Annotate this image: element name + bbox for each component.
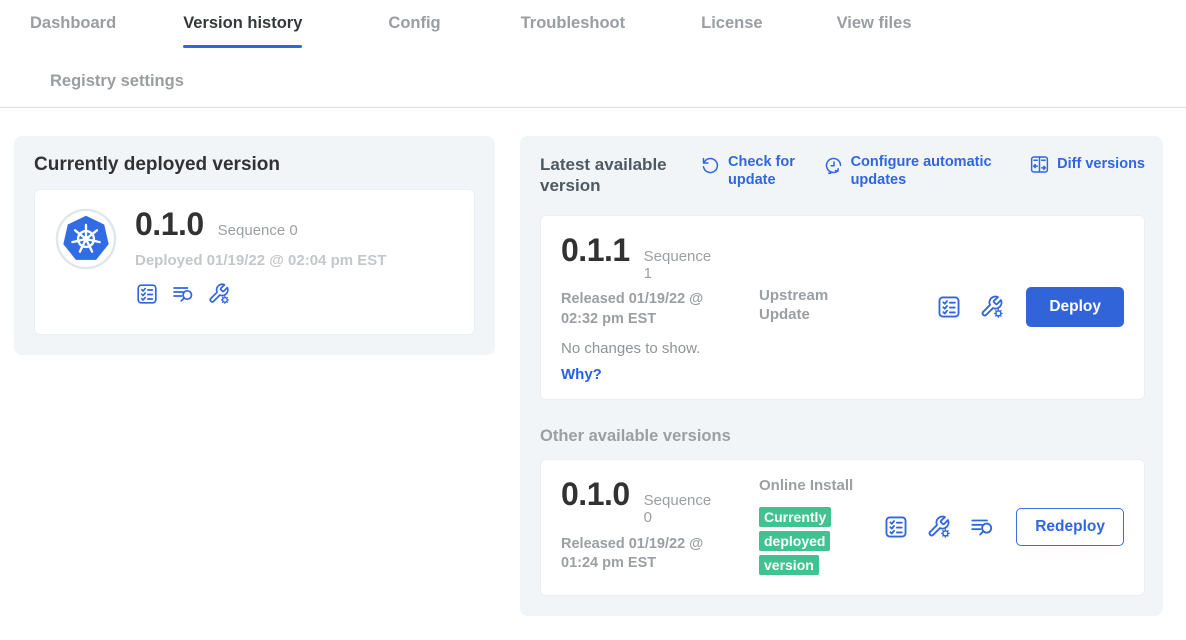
diff-icon (1029, 154, 1050, 175)
config-icon[interactable] (979, 294, 1005, 320)
configure-automatic-updates-link[interactable]: Configure automatic updates (823, 154, 1009, 189)
other-version-number: 0.1.0 (561, 476, 630, 513)
deployed-version-number: 0.1.0 (135, 206, 204, 243)
active-tab-underline (183, 45, 302, 48)
auto-update-icon (823, 155, 844, 176)
top-nav: Dashboard Version history Config Trouble… (0, 0, 1186, 108)
checklist-icon[interactable] (135, 282, 159, 306)
deploy-button[interactable]: Deploy (1026, 287, 1124, 327)
currently-deployed-badge: Currently deployed version (759, 507, 831, 576)
latest-available-header: Latest available version Check for updat… (540, 154, 1145, 197)
deployed-version-actions (135, 282, 386, 306)
nav-row-2: Registry settings (0, 48, 1186, 107)
no-changes-note: No changes to show. (561, 340, 759, 357)
view-logs-icon[interactable] (171, 282, 195, 306)
other-versions-heading: Other available versions (540, 427, 1145, 446)
latest-sequence-label: Sequence 1 (644, 248, 710, 283)
latest-version-number: 0.1.1 (561, 232, 630, 269)
why-link[interactable]: Why? (561, 366, 759, 383)
currently-deployed-panel: Currently deployed version 0.1.0 Sequenc… (14, 136, 495, 355)
diff-versions-link[interactable]: Diff versions (1029, 154, 1145, 175)
latest-source-label: Upstream Update (759, 286, 871, 384)
tab-dashboard[interactable]: Dashboard (30, 14, 116, 33)
latest-available-heading: Latest available version (540, 154, 688, 197)
latest-released-timestamp: Released 01/19/22 @ 02:32 pm EST (561, 290, 737, 329)
check-for-update-link[interactable]: Check for update (700, 154, 802, 189)
main-content: Currently deployed version 0.1.0 Sequenc… (0, 108, 1186, 616)
tab-view-files[interactable]: View files (837, 14, 912, 33)
other-sequence-label: Sequence 0 (644, 492, 710, 527)
latest-available-panel: Latest available version Check for updat… (520, 136, 1163, 616)
diff-versions-label: Diff versions (1057, 156, 1145, 174)
config-icon[interactable] (207, 282, 231, 306)
deployed-sequence-label: Sequence 0 (218, 222, 298, 239)
header-action-links: Check for update Configure automatic upd… (688, 154, 1145, 189)
configure-automatic-updates-label: Configure automatic updates (851, 154, 1009, 189)
deployed-timestamp: Deployed 01/19/22 @ 02:04 pm EST (135, 252, 386, 269)
check-for-update-label: Check for update (728, 154, 802, 189)
view-logs-icon[interactable] (969, 514, 995, 540)
other-version-actions (883, 514, 995, 540)
tab-version-history[interactable]: Version history (183, 14, 302, 33)
kubernetes-logo (55, 208, 117, 270)
other-version-card: 0.1.0 Sequence 0 Released 01/19/22 @ 01:… (540, 459, 1145, 595)
other-released-timestamp: Released 01/19/22 @ 01:24 pm EST (561, 535, 737, 574)
tab-license[interactable]: License (701, 14, 762, 33)
nav-row-1: Dashboard Version history Config Trouble… (0, 14, 1186, 48)
redeploy-button[interactable]: Redeploy (1016, 508, 1124, 546)
tab-registry-settings[interactable]: Registry settings (50, 72, 184, 90)
tab-troubleshoot[interactable]: Troubleshoot (521, 14, 626, 33)
config-icon[interactable] (926, 514, 952, 540)
latest-version-actions (936, 294, 1005, 320)
checklist-icon[interactable] (936, 294, 962, 320)
deployed-version-info: 0.1.0 Sequence 0 Deployed 01/19/22 @ 02:… (135, 206, 386, 318)
tab-config[interactable]: Config (388, 14, 440, 33)
other-source-label: Online Install (759, 476, 871, 496)
refresh-icon (700, 155, 721, 176)
deployed-version-card: 0.1.0 Sequence 0 Deployed 01/19/22 @ 02:… (34, 189, 475, 335)
currently-deployed-title: Currently deployed version (34, 154, 475, 176)
checklist-icon[interactable] (883, 514, 909, 540)
latest-version-card: 0.1.1 Sequence 1 Released 01/19/22 @ 02:… (540, 215, 1145, 401)
